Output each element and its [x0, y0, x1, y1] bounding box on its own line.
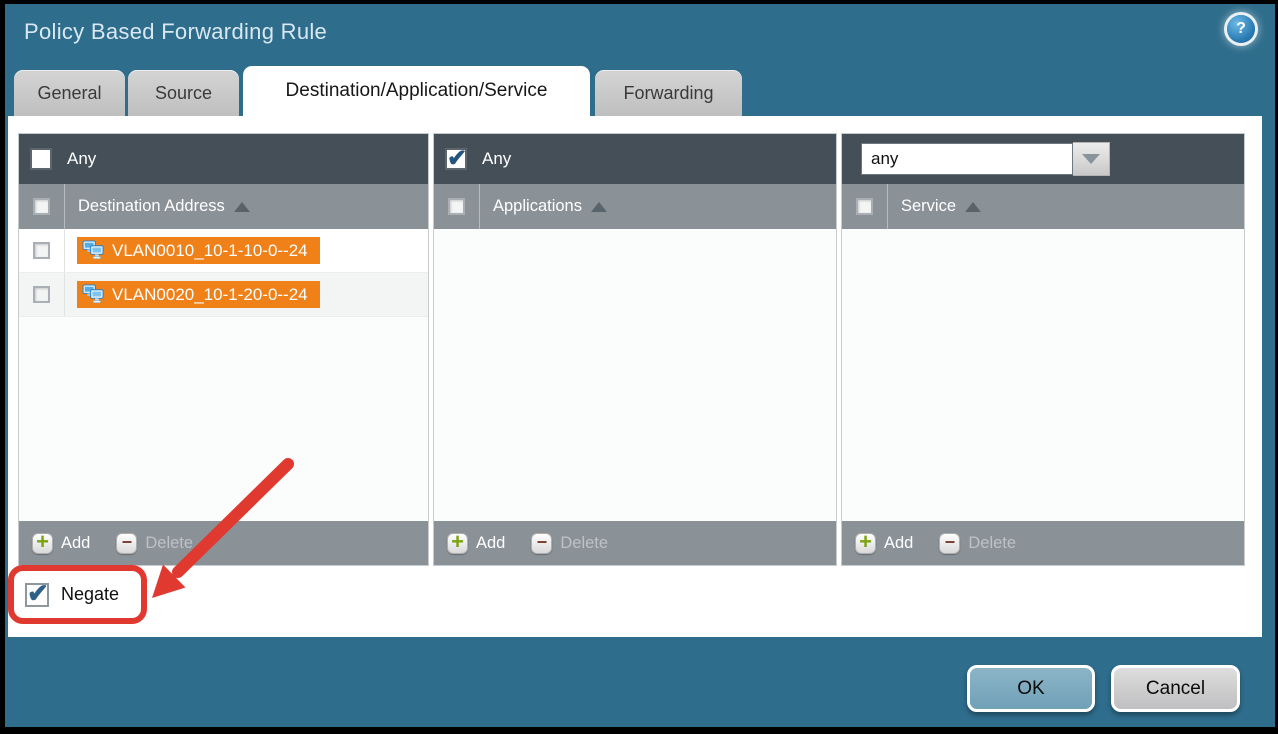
applications-table: Any Applications Add Delete [433, 133, 837, 566]
service-table-body [842, 229, 1244, 521]
applications-header-label: Applications [493, 197, 582, 216]
add-button[interactable]: Add [32, 533, 90, 554]
destination-address-table: Any Destination Address [18, 133, 429, 566]
minus-icon [116, 533, 137, 554]
destination-table-footer: Add Delete [19, 521, 428, 565]
destination-select-all-checkbox[interactable] [33, 198, 50, 215]
add-label: Add [884, 534, 913, 553]
negate-checkbox[interactable] [25, 583, 49, 607]
applications-select-all-checkbox[interactable] [448, 198, 465, 215]
delete-button[interactable]: Delete [939, 533, 1016, 554]
delete-label: Delete [968, 534, 1016, 553]
service-header-label: Service [901, 197, 956, 216]
cancel-button[interactable]: Cancel [1111, 665, 1240, 712]
negate-highlight-box: Negate [8, 565, 147, 624]
service-table-footer: Add Delete [842, 521, 1244, 565]
sort-ascending-icon[interactable] [591, 202, 607, 212]
service-dropdown-button[interactable] [1073, 142, 1110, 176]
service-dropdown[interactable]: any [861, 142, 1110, 176]
destination-any-checkbox[interactable] [30, 148, 52, 170]
tab-label: Forwarding [623, 83, 713, 104]
screenshot-frame: Policy Based Forwarding Rule ? General S… [0, 0, 1278, 734]
destination-table-body: VLAN0010_10-1-10-0--24 VLAN0020_10-1 [19, 229, 428, 521]
destination-header-label: Destination Address [78, 197, 225, 216]
plus-icon [447, 533, 468, 554]
negate-label: Negate [61, 584, 119, 605]
add-button[interactable]: Add [447, 533, 505, 554]
delete-label: Delete [145, 534, 193, 553]
add-label: Add [476, 534, 505, 553]
applications-column-header: Applications [434, 184, 836, 229]
row-checkbox[interactable] [33, 286, 50, 303]
row-checkbox[interactable] [33, 242, 50, 259]
applications-any-bar: Any [434, 134, 836, 184]
network-icon [82, 240, 105, 261]
plus-icon [855, 533, 876, 554]
destination-any-bar: Any [19, 134, 428, 184]
applications-any-label: Any [482, 149, 511, 169]
pbf-rule-dialog: Policy Based Forwarding Rule ? General S… [5, 4, 1275, 727]
table-row[interactable]: VLAN0010_10-1-10-0--24 [19, 229, 428, 273]
dialog-title: Policy Based Forwarding Rule [24, 19, 327, 45]
applications-any-checkbox[interactable] [445, 148, 467, 170]
cancel-label: Cancel [1146, 678, 1205, 700]
address-object-name: VLAN0020_10-1-20-0--24 [112, 285, 308, 305]
plus-icon [32, 533, 53, 554]
add-label: Add [61, 534, 90, 553]
minus-icon [939, 533, 960, 554]
service-dropdown-value[interactable]: any [861, 143, 1073, 175]
ok-button[interactable]: OK [967, 665, 1095, 712]
tab-source[interactable]: Source [128, 70, 239, 116]
tab-label: General [37, 83, 101, 104]
ok-label: OK [1017, 678, 1044, 700]
network-icon [82, 284, 105, 305]
address-object-chip[interactable]: VLAN0020_10-1-20-0--24 [77, 281, 320, 308]
delete-label: Delete [560, 534, 608, 553]
service-column-header: Service [842, 184, 1244, 229]
address-object-chip[interactable]: VLAN0010_10-1-10-0--24 [77, 237, 320, 264]
tab-general[interactable]: General [14, 70, 125, 116]
destination-column-header: Destination Address [19, 184, 428, 229]
help-glyph: ? [1236, 20, 1246, 38]
tab-destination-application-service[interactable]: Destination/Application/Service [243, 66, 590, 116]
table-row[interactable]: VLAN0020_10-1-20-0--24 [19, 273, 428, 317]
applications-table-body [434, 229, 836, 521]
address-object-name: VLAN0010_10-1-10-0--24 [112, 241, 308, 261]
sort-ascending-icon[interactable] [965, 202, 981, 212]
tab-label: Destination/Application/Service [286, 80, 548, 102]
delete-button[interactable]: Delete [116, 533, 193, 554]
minus-icon [531, 533, 552, 554]
sort-ascending-icon[interactable] [234, 202, 250, 212]
service-dropdown-bar: any [842, 134, 1244, 184]
service-select-all-checkbox[interactable] [856, 198, 873, 215]
tab-forwarding[interactable]: Forwarding [595, 70, 742, 116]
service-table: any Service Add Delete [841, 133, 1245, 566]
help-icon[interactable]: ? [1227, 15, 1255, 43]
delete-button[interactable]: Delete [531, 533, 608, 554]
applications-table-footer: Add Delete [434, 521, 836, 565]
chevron-down-icon [1082, 154, 1100, 164]
tab-label: Source [155, 83, 212, 104]
destination-any-label: Any [67, 149, 96, 169]
add-button[interactable]: Add [855, 533, 913, 554]
